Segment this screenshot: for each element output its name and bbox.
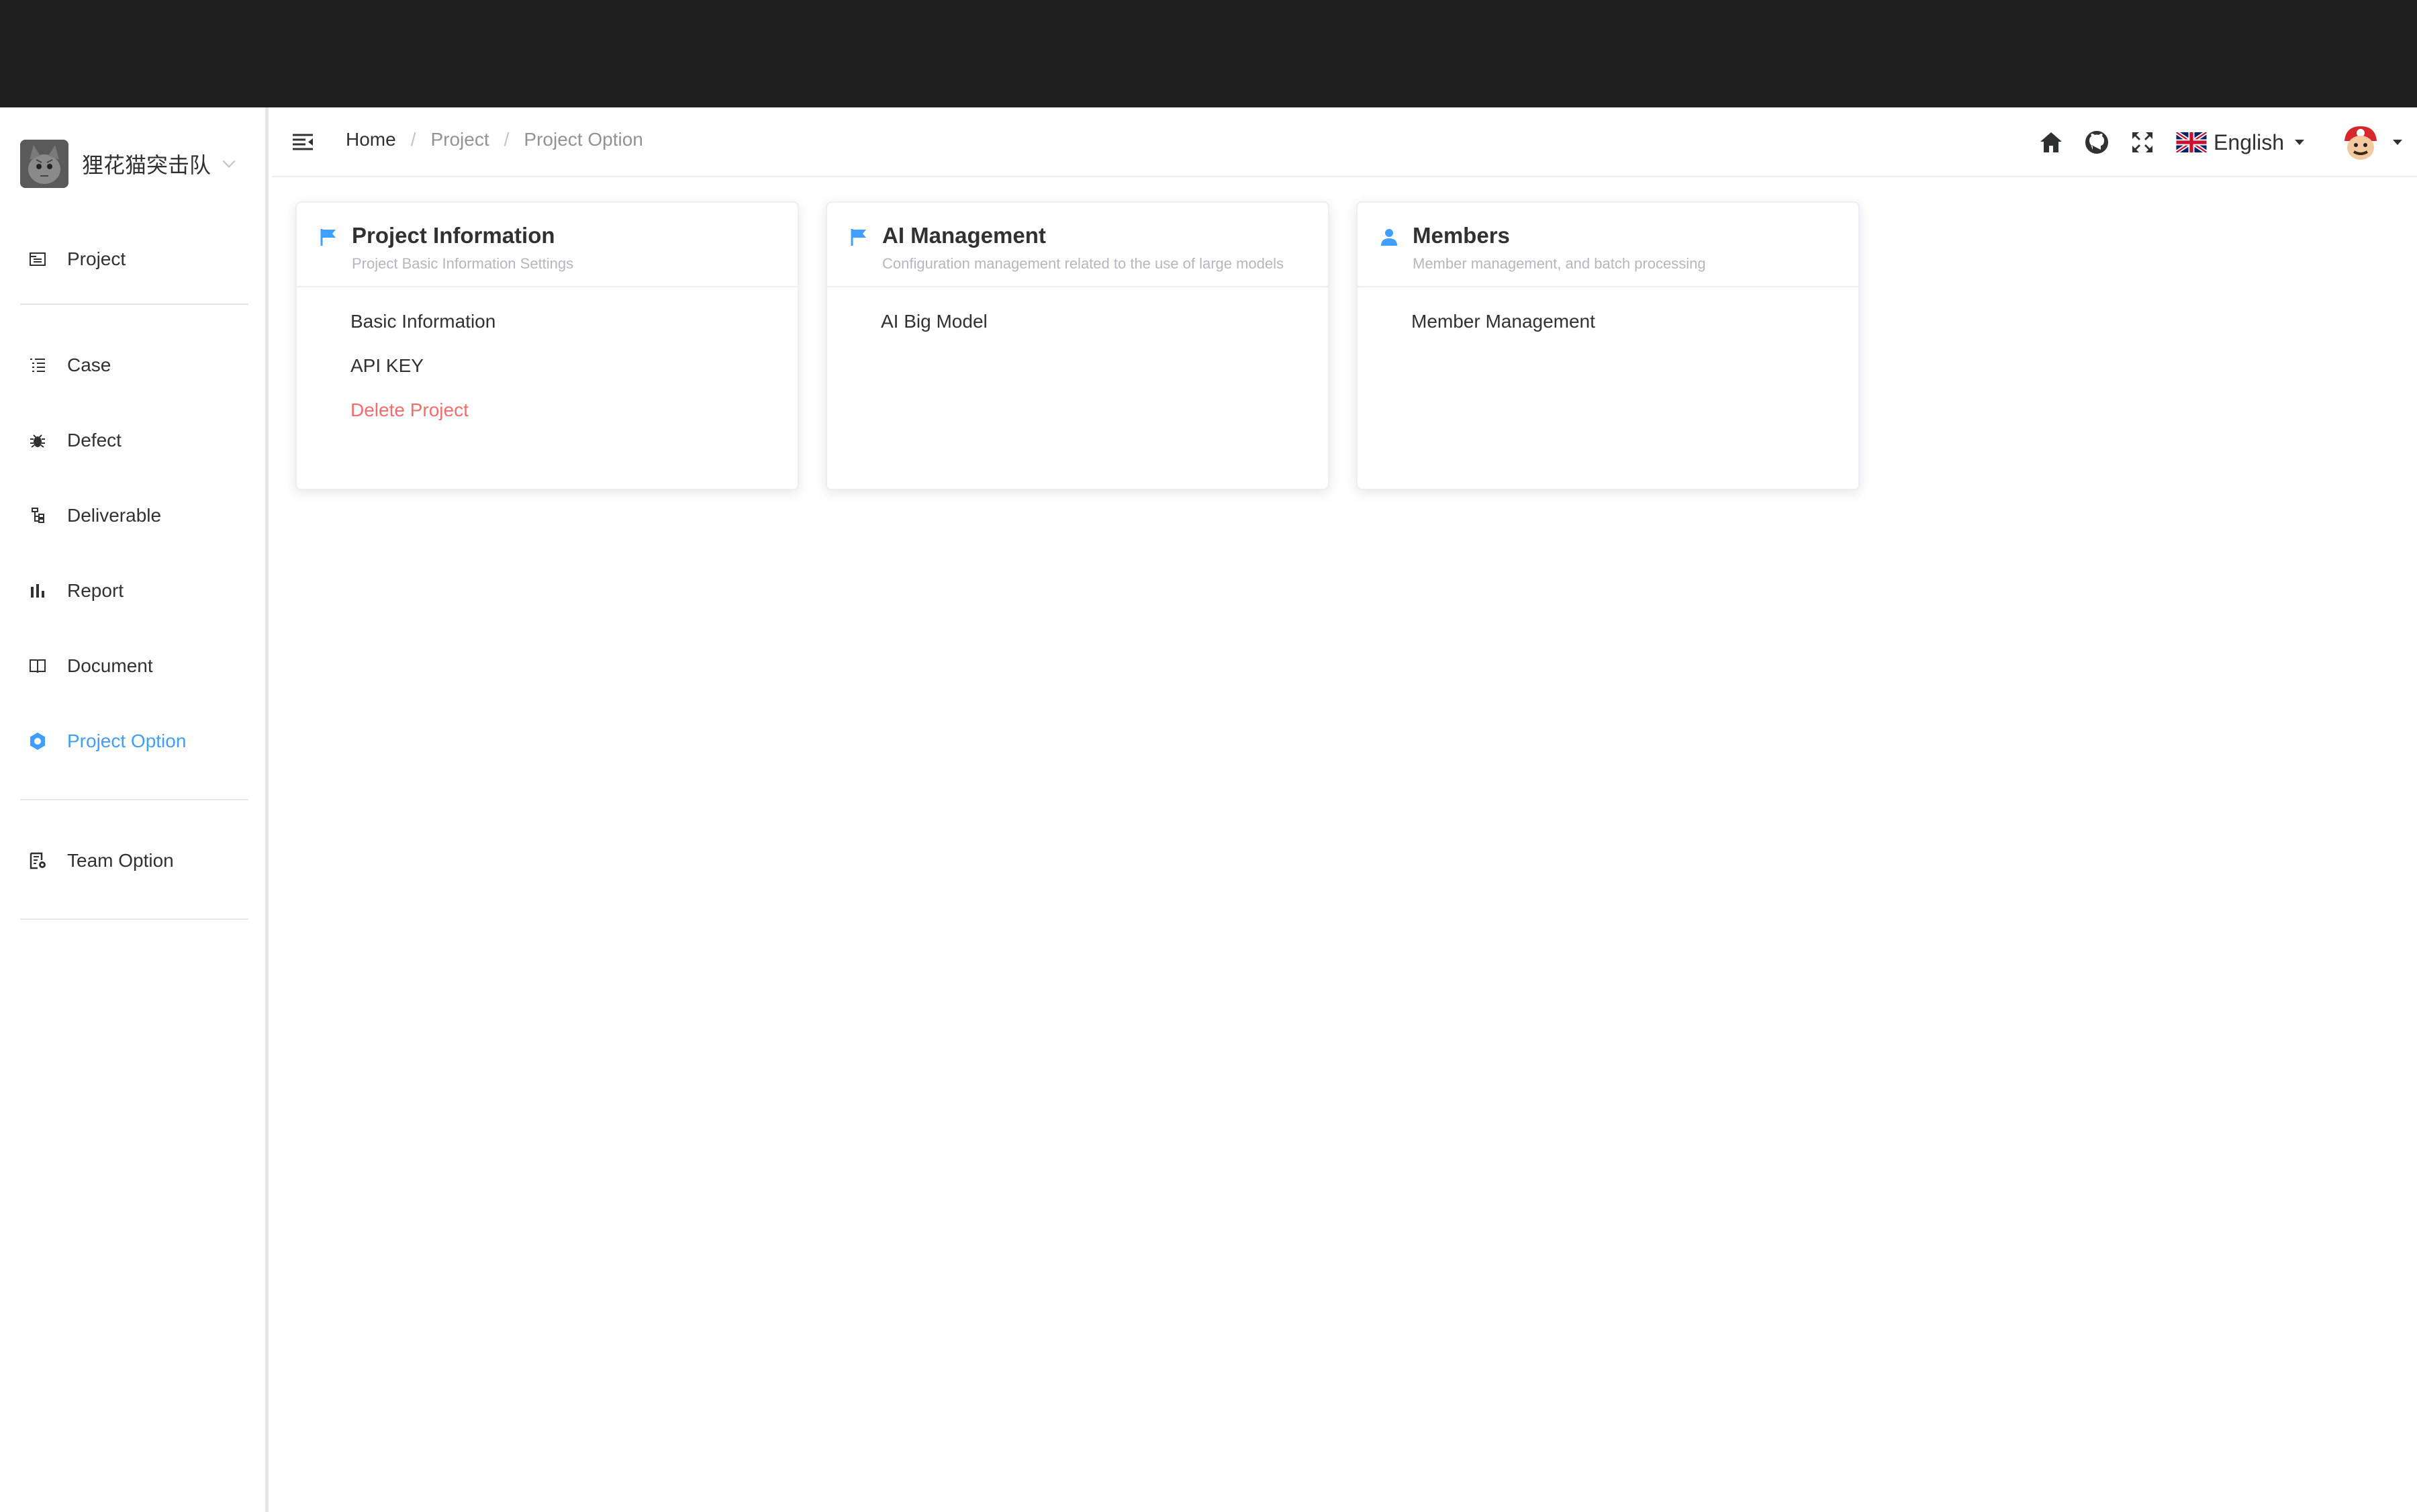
github-icon[interactable] (2082, 128, 2112, 157)
card-title: AI Management (882, 223, 1046, 248)
card-members: Members Member management, and batch pro… (1356, 201, 1860, 490)
breadcrumb-separator: / (410, 129, 416, 150)
language-selector[interactable]: English (2176, 130, 2306, 155)
fullscreen-icon[interactable] (2128, 128, 2157, 157)
sidebar-item-label: Project (67, 248, 126, 269)
card-header: AI Management Configuration management r… (827, 203, 1328, 287)
flag-icon (851, 229, 866, 246)
api-key-link[interactable]: API KEY (350, 355, 798, 399)
tree-icon (27, 505, 48, 526)
header: Home / Project / Project Option English (272, 107, 2417, 177)
sidebar-item-label: Team Option (67, 850, 174, 871)
menu-toggle-icon[interactable] (291, 130, 315, 154)
member-management-link[interactable]: Member Management (1411, 310, 1858, 355)
card-title: Members (1413, 223, 1510, 248)
team-avatar (20, 140, 68, 188)
breadcrumb-separator: / (504, 129, 510, 150)
sidebar-item-label: Project Option (67, 730, 187, 751)
sidebar-item-team-option[interactable]: Team Option (0, 823, 269, 898)
team-settings-icon (27, 850, 48, 871)
delete-project-link[interactable]: Delete Project (350, 399, 798, 443)
card-body: Basic Information API KEY Delete Project (297, 287, 798, 443)
top-bar (0, 0, 2417, 107)
user-menu[interactable] (2339, 121, 2404, 164)
sidebar-item-case[interactable]: Case (0, 328, 269, 403)
team-switcher[interactable]: 狸花猫突击队 (20, 137, 248, 191)
card-body: AI Big Model (827, 287, 1328, 355)
breadcrumb-project[interactable]: Project (430, 129, 489, 150)
sidebar-item-label: Deliverable (67, 505, 162, 526)
sidebar-item-project-option[interactable]: Project Option (0, 704, 269, 779)
menu-divider (20, 918, 248, 920)
sidebar-item-label: Report (67, 580, 124, 601)
caret-down-icon (2393, 140, 2402, 145)
avatar (2339, 121, 2382, 164)
ai-big-model-link[interactable]: AI Big Model (881, 310, 1328, 355)
sidebar-item-label: Document (67, 655, 153, 676)
breadcrumb-current: Project Option (524, 129, 643, 150)
card-header: Members Member management, and batch pro… (1358, 203, 1858, 287)
flag-icon (320, 229, 336, 246)
bug-icon (27, 430, 48, 451)
header-actions: English (2020, 120, 2404, 165)
card-header: Project Information Project Basic Inform… (297, 203, 798, 287)
book-icon (27, 655, 48, 677)
card-project-information: Project Information Project Basic Inform… (295, 201, 799, 490)
basic-information-link[interactable]: Basic Information (350, 310, 798, 355)
breadcrumb-home[interactable]: Home (346, 129, 396, 150)
card-subtitle: Member management, and batch processing (1413, 255, 1706, 272)
list-icon (27, 355, 48, 376)
card-body: Member Management (1358, 287, 1858, 355)
card-ai-management: AI Management Configuration management r… (826, 201, 1329, 490)
uk-flag-icon (2176, 132, 2208, 152)
chevron-down-icon (222, 160, 236, 168)
user-icon (1381, 229, 1397, 246)
card-subtitle: Project Basic Information Settings (352, 255, 574, 272)
sidebar-item-defect[interactable]: Defect (0, 403, 269, 478)
option-cards: Project Information Project Basic Inform… (295, 201, 1887, 490)
bar-chart-icon (27, 580, 48, 602)
menu-divider (20, 303, 248, 305)
card-title: Project Information (352, 223, 555, 248)
breadcrumb: Home / Project / Project Option (346, 129, 643, 150)
project-icon (27, 248, 48, 270)
caret-down-icon (2295, 140, 2304, 145)
sidebar-item-project[interactable]: Project (0, 222, 269, 297)
sidebar-item-report[interactable]: Report (0, 553, 269, 628)
menu-divider (20, 799, 248, 800)
sidebar-menu: Project Case Defect Deliverable Report D… (0, 222, 269, 943)
language-label: English (2214, 130, 2284, 154)
sidebar-item-document[interactable]: Document (0, 628, 269, 704)
sidebar-item-deliverable[interactable]: Deliverable (0, 478, 269, 553)
sidebar-item-label: Defect (67, 430, 122, 451)
sidebar: 狸花猫突击队 Project Case Defect Deliverable R… (0, 107, 269, 1512)
gear-icon (27, 730, 48, 752)
team-name: 狸花猫突击队 (82, 153, 211, 177)
card-subtitle: Configuration management related to the … (882, 255, 1284, 272)
home-icon[interactable] (2036, 128, 2066, 157)
sidebar-item-label: Case (67, 355, 111, 375)
